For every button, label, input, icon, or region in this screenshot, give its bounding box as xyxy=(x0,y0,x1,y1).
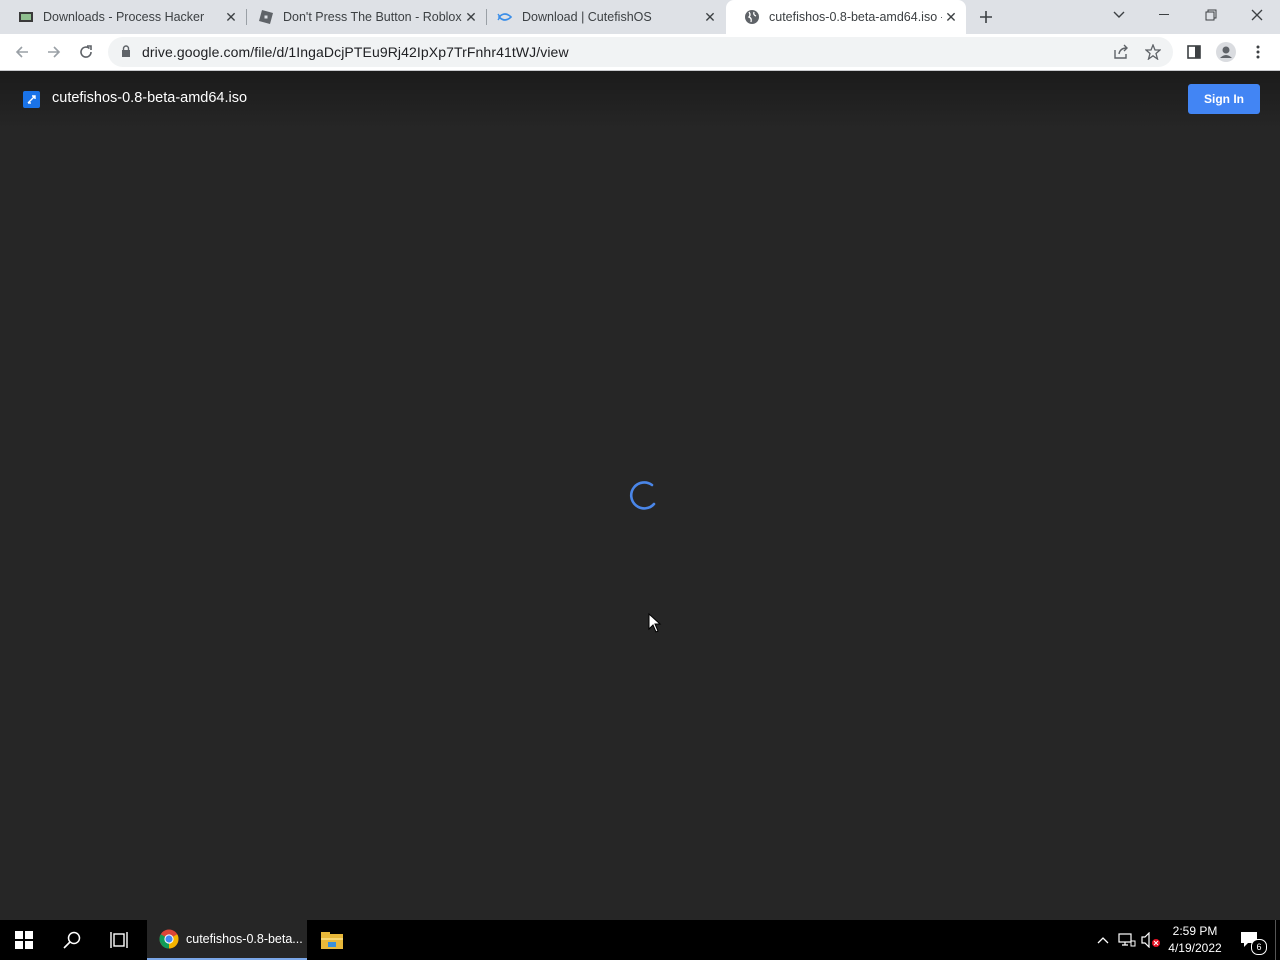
system-clock[interactable]: 2:59 PM 4/19/2022 xyxy=(1160,923,1230,957)
tab-process-hacker[interactable]: Downloads - Process Hacker ✕ xyxy=(0,0,246,34)
restore-button[interactable] xyxy=(1188,0,1234,30)
reload-icon xyxy=(80,45,92,58)
close-icon[interactable]: ✕ xyxy=(222,8,240,26)
new-tab-button[interactable] xyxy=(964,2,1008,32)
url-text: drive.google.com/file/d/1IngaDcjPTEu9Rj4… xyxy=(142,44,569,60)
task-view-icon xyxy=(110,932,128,948)
restore-icon xyxy=(1205,9,1217,21)
close-window-button[interactable] xyxy=(1234,0,1280,30)
loading-spinner xyxy=(622,479,658,520)
search-button[interactable] xyxy=(48,920,96,960)
mouse-cursor-icon xyxy=(648,612,662,640)
forward-button[interactable] xyxy=(40,38,68,66)
close-icon[interactable]: ✕ xyxy=(942,8,960,26)
show-desktop-button[interactable] xyxy=(1275,920,1276,960)
plus-icon xyxy=(980,11,992,23)
network-icon[interactable] xyxy=(1116,920,1138,960)
reload-button[interactable] xyxy=(72,38,100,66)
globe-icon xyxy=(744,9,760,25)
search-icon xyxy=(63,931,81,949)
folder-icon xyxy=(321,932,343,949)
browser-toolbar: drive.google.com/file/d/1IngaDcjPTEu9Rj4… xyxy=(0,34,1280,70)
chevron-down-icon xyxy=(1113,11,1125,18)
action-center-button[interactable]: 6 xyxy=(1232,920,1268,960)
volume-muted-icon[interactable] xyxy=(1140,920,1162,960)
cutefish-icon xyxy=(497,9,513,25)
tab-roblox[interactable]: Don't Press The Button - Roblox ✕ xyxy=(240,0,486,34)
clock-date: 4/19/2022 xyxy=(1168,941,1222,955)
tab-search-button[interactable] xyxy=(1096,0,1142,30)
side-panel-icon xyxy=(1187,45,1201,59)
chrome-icon xyxy=(159,929,179,949)
back-button[interactable] xyxy=(8,38,36,66)
avatar-icon xyxy=(1216,42,1236,62)
tab-strip: Downloads - Process Hacker ✕ Don't Press… xyxy=(0,0,1280,34)
process-hacker-icon xyxy=(18,9,34,25)
taskbar: cutefishos-0.8-beta... 2:59 PM 4/19/2022… xyxy=(0,920,1280,960)
share-icon[interactable] xyxy=(1113,44,1129,65)
more-vert-icon xyxy=(1256,45,1260,59)
address-bar[interactable]: drive.google.com/file/d/1IngaDcjPTEu9Rj4… xyxy=(108,37,1173,67)
tab-cutefish[interactable]: Download | CutefishOS ✕ xyxy=(479,0,725,34)
sign-in-button[interactable]: Sign In xyxy=(1188,84,1260,114)
menu-button[interactable] xyxy=(1244,38,1272,66)
close-icon[interactable]: ✕ xyxy=(462,8,480,26)
roblox-icon xyxy=(258,9,274,25)
clock-time: 2:59 PM xyxy=(1172,924,1218,938)
tab-title: Download | CutefishOS xyxy=(522,10,652,24)
minimize-icon xyxy=(1159,14,1169,15)
side-panel-button[interactable] xyxy=(1180,38,1208,66)
task-view-button[interactable] xyxy=(96,920,144,960)
close-icon xyxy=(1251,9,1263,21)
minimize-button[interactable] xyxy=(1142,0,1188,30)
lock-icon[interactable] xyxy=(121,45,131,63)
tab-title: Don't Press The Button - Roblox xyxy=(283,10,462,24)
star-icon[interactable] xyxy=(1144,43,1162,65)
show-hidden-icons-button[interactable] xyxy=(1092,920,1114,960)
taskbar-chrome-label: cutefishos-0.8-beta... xyxy=(186,932,303,946)
start-button[interactable] xyxy=(0,920,48,960)
tab-drive-file[interactable]: cutefishos-0.8-beta-amd64.iso - ✕ xyxy=(726,0,966,34)
tab-title: cutefishos-0.8-beta-amd64.iso - xyxy=(769,10,942,24)
arrow-left-icon xyxy=(15,46,28,58)
file-title: cutefishos-0.8-beta-amd64.iso xyxy=(52,90,248,106)
file-type-icon xyxy=(23,91,40,108)
chevron-up-icon xyxy=(1097,937,1109,944)
taskbar-explorer-button[interactable] xyxy=(308,920,356,960)
close-icon[interactable]: ✕ xyxy=(701,8,719,26)
viewer-header: cutefishos-0.8-beta-amd64.iso Sign In xyxy=(0,71,1280,129)
windows-icon xyxy=(15,931,33,949)
profile-button[interactable] xyxy=(1212,38,1240,66)
tab-title: Downloads - Process Hacker xyxy=(43,10,205,24)
taskbar-chrome-button[interactable]: cutefishos-0.8-beta... xyxy=(147,920,307,960)
notification-badge: 6 xyxy=(1251,939,1267,955)
arrow-right-icon xyxy=(48,46,61,58)
